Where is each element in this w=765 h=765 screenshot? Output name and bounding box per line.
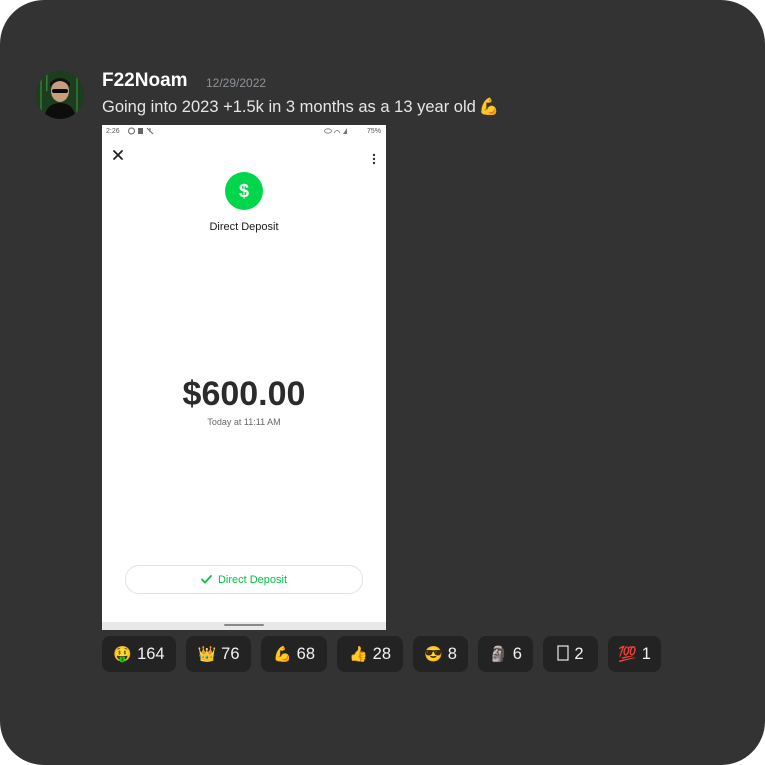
transaction-title: Direct Deposit [209,221,279,233]
moai-icon: 🗿 [489,645,508,663]
reaction-unknown-glyph[interactable]: 2 [543,636,598,672]
close-icon[interactable] [111,147,125,161]
reactions-bar: 🤑 164 👑 76 💪 68 👍 28 😎 8 🗿 6 2 💯 1 [0,636,765,673]
direct-deposit-button[interactable]: Direct Deposit [125,565,363,594]
reaction-flexed-biceps[interactable]: 💪 68 [261,636,327,672]
checkmark-icon [201,575,212,584]
transaction-time: Today at 11:11 AM [207,417,281,427]
dollar-icon: $ [225,172,263,210]
transaction-amount: $600.00 [182,375,306,413]
reaction-count: 28 [372,644,392,663]
battery-level: 75% [366,128,381,135]
reaction-count: 76 [221,644,240,663]
reaction-hundred-points[interactable]: 💯 1 [608,636,661,672]
reaction-money-mouth[interactable]: 🤑 164 [102,636,176,672]
hundred-points-icon: 💯 [618,645,637,663]
attached-screenshot[interactable]: 2:26 75% $ Direct Deposit $600.00 Today … [102,125,386,630]
phone-nav-bar [102,622,386,630]
nav-handle[interactable] [224,624,264,626]
post-card: F22Noam 12/29/2022 Going into 2023 +1.5k… [0,0,765,765]
thumbs-up-icon: 👍 [348,645,368,663]
reaction-count: 6 [512,644,522,663]
reaction-sunglasses[interactable]: 😎 8 [413,636,468,672]
reaction-thumbs-up[interactable]: 👍 28 [337,636,403,672]
sunglasses-face-icon: 😎 [424,645,443,663]
flexed-biceps-icon: 💪 [478,98,500,117]
reaction-count: 1 [641,644,651,663]
username[interactable]: F22Noam [102,70,188,92]
phone-status-bar: 2:26 75% [102,125,386,139]
reaction-crown[interactable]: 👑 76 [186,636,251,672]
reaction-count: 164 [137,644,165,663]
reaction-count: 68 [296,644,316,663]
reaction-count: 8 [447,644,457,663]
notification-icons [128,127,158,137]
crown-icon: 👑 [197,645,217,663]
post-timestamp: 12/29/2022 [206,76,267,90]
flexed-biceps-icon: 💪 [272,645,292,663]
avatar[interactable] [36,71,84,119]
unknown-glyph-icon [557,644,570,664]
money-mouth-icon: 🤑 [113,645,133,663]
status-time: 2:26 [106,128,120,135]
signal-icons [324,127,348,137]
direct-deposit-button-label: Direct Deposit [217,573,288,586]
reaction-count: 2 [574,644,584,663]
message-text: Going into 2023 +1.5k in 3 months as a 1… [102,98,499,117]
reaction-moai[interactable]: 🗿 6 [478,636,533,672]
avatar-image [36,71,84,119]
message-body: Going into 2023 +1.5k in 3 months as a 1… [102,98,476,116]
more-options-icon[interactable] [372,150,376,169]
